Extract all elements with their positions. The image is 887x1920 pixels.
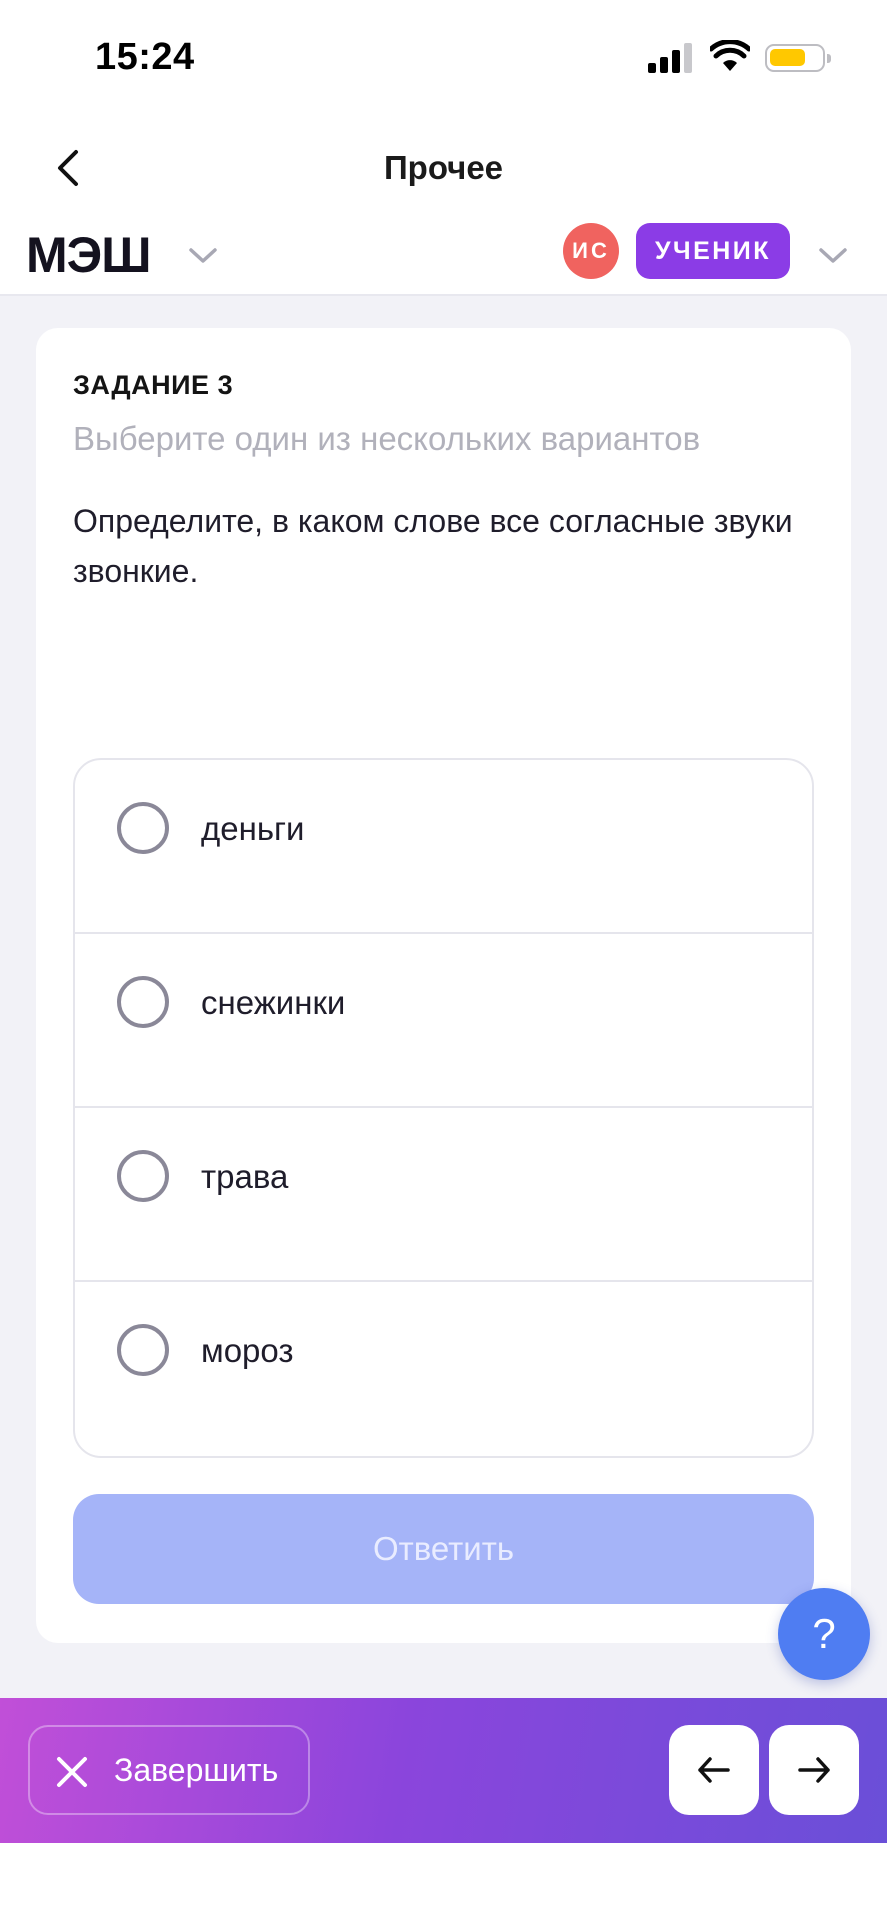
finish-button[interactable]: Завершить bbox=[28, 1725, 310, 1815]
answer-option[interactable]: снежинки bbox=[75, 934, 812, 1108]
task-card: ЗАДАНИЕ 3 Выберите один из нескольких ва… bbox=[36, 328, 851, 1643]
submit-answer-button[interactable]: Ответить bbox=[73, 1494, 814, 1604]
answer-option-label: мороз bbox=[201, 1332, 294, 1369]
navigation-bar: Прочее bbox=[0, 118, 887, 218]
help-button[interactable]: ? bbox=[778, 1588, 870, 1680]
avatar[interactable]: ИС bbox=[563, 223, 619, 279]
chevron-down-icon[interactable] bbox=[185, 240, 221, 270]
answer-option-label: деньги bbox=[201, 810, 305, 847]
app-header: МЭШ ИС УЧЕНИК bbox=[0, 218, 887, 296]
role-badge[interactable]: УЧЕНИК bbox=[636, 223, 790, 279]
page-title: Прочее bbox=[383, 149, 504, 186]
radio-button[interactable] bbox=[117, 976, 169, 1028]
arrow-right-icon bbox=[798, 1757, 830, 1783]
radio-button[interactable] bbox=[117, 802, 169, 854]
chevron-down-icon[interactable] bbox=[815, 240, 851, 270]
answer-option[interactable]: мороз bbox=[75, 1282, 812, 1456]
battery-icon bbox=[765, 44, 831, 72]
close-icon bbox=[57, 1757, 87, 1787]
mesh-logo[interactable]: МЭШ bbox=[26, 226, 151, 284]
cellular-signal-icon bbox=[648, 43, 694, 73]
task-type-hint: Выберите один из нескольких вариантов bbox=[73, 420, 701, 457]
arrow-left-icon bbox=[698, 1757, 730, 1783]
answer-option-label: снежинки bbox=[201, 984, 346, 1021]
answer-options: деньги снежинки трава мороз bbox=[73, 758, 814, 1458]
answer-option[interactable]: трава bbox=[75, 1108, 812, 1282]
radio-button[interactable] bbox=[117, 1324, 169, 1376]
next-task-button[interactable] bbox=[769, 1725, 859, 1815]
bottom-bar: Завершить bbox=[0, 1698, 887, 1843]
battery-fill bbox=[770, 49, 805, 66]
screen: 15:24 Прочее МЭШ ИС УЧЕНИК ЗАДАНИЕ 3 Выб… bbox=[0, 0, 887, 1920]
wifi-icon bbox=[710, 40, 750, 71]
task-question: Определите, в каком слове все согласные … bbox=[73, 503, 793, 589]
home-indicator-area bbox=[0, 1843, 887, 1920]
content-area[interactable]: ЗАДАНИЕ 3 Выберите один из нескольких ва… bbox=[0, 296, 887, 1698]
status-time: 15:24 bbox=[95, 36, 195, 78]
previous-task-button[interactable] bbox=[669, 1725, 759, 1815]
answer-option-label: трава bbox=[201, 1158, 289, 1195]
finish-button-label: Завершить bbox=[114, 1752, 279, 1788]
status-bar: 15:24 bbox=[0, 0, 887, 118]
answer-option[interactable]: деньги bbox=[75, 760, 812, 934]
radio-button[interactable] bbox=[117, 1150, 169, 1202]
task-number: ЗАДАНИЕ 3 bbox=[73, 370, 234, 400]
